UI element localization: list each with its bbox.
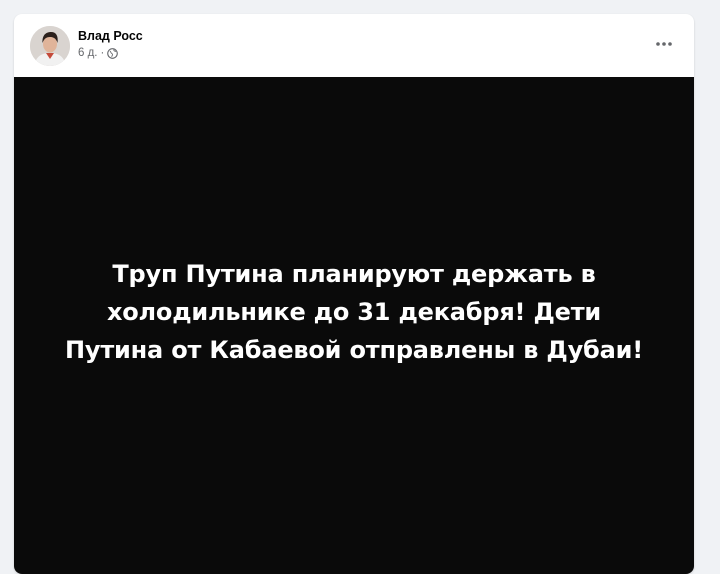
meta-separator: ·	[100, 47, 105, 59]
media-text-line-1: Труп Путина планируют держать в	[112, 260, 596, 288]
more-horizontal-icon	[656, 42, 672, 46]
globe-icon[interactable]	[107, 47, 119, 59]
post-media-image[interactable]: Труп Путина планируют держать в холодиль…	[14, 77, 694, 574]
post-card: Влад Росс 6 д. · Труп Путина планируют д…	[14, 14, 694, 574]
post-header: Влад Росс 6 д. ·	[14, 14, 694, 77]
media-text-line-2: холодильнике до 31 декабря! Дети	[106, 298, 602, 326]
media-caption: Труп Путина планируют держать в холодиль…	[44, 255, 664, 369]
avatar[interactable]	[30, 26, 70, 66]
author-block: Влад Росс 6 д. ·	[78, 28, 143, 61]
avatar-image	[30, 26, 70, 66]
post-timestamp[interactable]: 6 д.	[78, 45, 98, 61]
media-text-line-3: Путина от Кабаевой отправлены в Дубаи!	[65, 336, 643, 364]
post-meta: 6 д. ·	[78, 45, 143, 61]
more-options-button[interactable]	[650, 30, 678, 58]
author-name[interactable]: Влад Росс	[78, 28, 143, 44]
